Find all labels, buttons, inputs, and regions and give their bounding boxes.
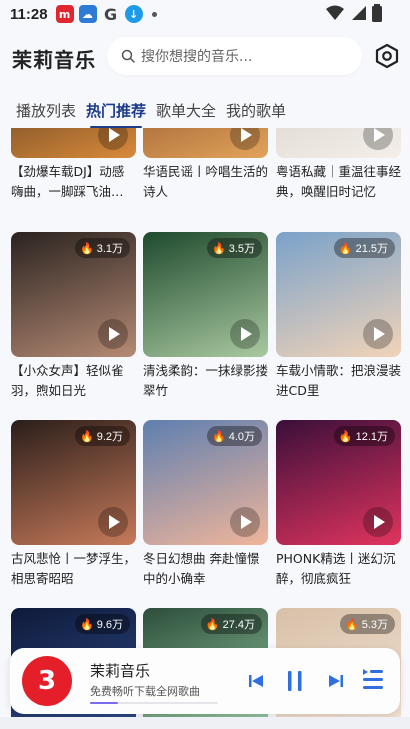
playlist-cover: 🔥 9.2万	[11, 420, 136, 545]
play-count-badge: 🔥 9.6万	[75, 614, 130, 634]
fire-icon: 🔥	[205, 619, 220, 631]
playlist-card[interactable]: 🔥 3.1万 【小众女声】轻似雀羽，煦如日光	[11, 232, 136, 401]
playlist-title: PHONK精选丨迷幻沉醉，彻底疯狂	[276, 551, 396, 586]
dot-icon	[151, 11, 157, 17]
play-count: 9.2万	[96, 431, 123, 443]
play-count-badge: 🔥 5.3万	[340, 614, 395, 634]
cloud-icon: ☁	[78, 5, 97, 23]
playlist-title: 冬日幻想曲 奔赴憧憬中的小确幸	[143, 551, 260, 586]
tab-hot-recommend[interactable]: 热门推荐	[86, 100, 146, 128]
tab-bar: 播放列表 热门推荐 歌单大全 我的歌单	[16, 100, 286, 128]
progress-fill	[90, 702, 119, 704]
playlist-grid: 【劲爆车载DJ】动感嗨曲，一脚踩飞油… 华语民谣丨吟唱生活的诗人 粤语私藏｜重温…	[0, 128, 410, 728]
play-count: 12.1万	[355, 431, 388, 443]
status-bar: 11:28 m ☁ G ↓	[0, 0, 410, 28]
fire-icon: 🔥	[212, 243, 226, 255]
tab-my-playlists[interactable]: 我的歌单	[226, 100, 286, 126]
wifi-icon	[326, 5, 344, 20]
playlist-title: 清浅柔韵：一抹绿影搂翠竹	[143, 363, 268, 398]
player-title: 茉莉音乐	[90, 662, 151, 680]
playlist-cover	[11, 128, 136, 158]
playlist-cover: 🔥 4.0万	[143, 420, 268, 545]
play-count: 21.5万	[355, 243, 388, 255]
playlist-cover: 🔥 12.1万	[276, 420, 401, 545]
playlist-title: 车载小情歌：把浪漫装进CD里	[276, 363, 401, 398]
signal-icon	[352, 6, 366, 20]
playlist-cover	[276, 128, 401, 158]
fire-icon: 🔥	[338, 431, 353, 443]
fire-icon: 🔥	[212, 431, 226, 443]
app-logo: 3	[22, 656, 72, 706]
play-count-badge: 🔥 9.2万	[75, 426, 130, 446]
playlist-cover	[143, 128, 268, 158]
previous-icon[interactable]	[248, 673, 264, 689]
playlist-title: 【劲爆车载DJ】动感嗨曲，一脚踩飞油…	[11, 164, 125, 199]
playlist-queue-icon[interactable]	[362, 668, 384, 694]
google-g-icon: G	[103, 4, 118, 24]
play-count: 27.4万	[222, 619, 255, 631]
fire-icon: 🔥	[80, 619, 94, 631]
playlist-card[interactable]: 华语民谣丨吟唱生活的诗人	[143, 128, 268, 202]
status-time: 11:28	[10, 5, 48, 23]
playlist-title: 【小众女声】轻似雀羽，煦如日光	[11, 363, 124, 398]
tab-playlist[interactable]: 播放列表	[16, 100, 76, 126]
fire-icon: 🔥	[345, 619, 359, 631]
play-icon[interactable]	[98, 507, 128, 537]
play-count: 3.1万	[96, 243, 123, 255]
playlist-card[interactable]: 【劲爆车载DJ】动感嗨曲，一脚踩飞油…	[11, 128, 136, 202]
play-icon[interactable]	[363, 128, 393, 150]
play-count-badge: 🔥 4.0万	[207, 426, 262, 446]
play-count-badge: 🔥 21.5万	[333, 238, 395, 258]
fire-icon: 🔥	[80, 243, 94, 255]
playlist-card[interactable]: 🔥 12.1万 PHONK精选丨迷幻沉醉，彻底疯狂	[276, 420, 401, 589]
playlist-card[interactable]: 粤语私藏｜重温往事经典，唤醒旧时记忆	[276, 128, 401, 202]
play-icon[interactable]	[230, 507, 260, 537]
progress-bar[interactable]	[90, 702, 218, 704]
play-count: 9.6万	[96, 619, 123, 631]
playlist-cover: 🔥 21.5万	[276, 232, 401, 357]
play-icon[interactable]	[98, 319, 128, 349]
play-icon[interactable]	[98, 128, 128, 150]
search-icon	[121, 49, 135, 63]
playlist-card[interactable]: 🔥 21.5万 车载小情歌：把浪漫装进CD里	[276, 232, 401, 401]
pause-icon[interactable]	[286, 670, 304, 692]
play-count-badge: 🔥 3.5万	[207, 238, 262, 258]
search-input[interactable]: 搜你想搜的音乐...	[107, 37, 362, 75]
playlist-title: 华语民谣丨吟唱生活的诗人	[143, 164, 268, 199]
download-icon: ↓	[124, 5, 143, 23]
playlist-cover: 🔥 3.1万	[11, 232, 136, 357]
tab-playlist-collection[interactable]: 歌单大全	[156, 100, 216, 126]
play-count: 5.3万	[361, 619, 388, 631]
play-count: 3.5万	[228, 243, 255, 255]
mini-player[interactable]: 3 茉莉音乐 免费畅听下载全网歌曲	[10, 648, 400, 714]
playlist-title: 古风悲怆丨一梦浮生，相思寄昭昭	[11, 551, 136, 586]
playlist-cover: 🔥 3.5万	[143, 232, 268, 357]
play-icon[interactable]	[230, 128, 260, 150]
play-icon[interactable]	[230, 319, 260, 349]
play-icon[interactable]	[363, 507, 393, 537]
play-icon[interactable]	[363, 319, 393, 349]
app-title: 茉莉音乐	[12, 48, 96, 72]
play-count-badge: 🔥 27.4万	[200, 614, 262, 634]
play-count: 4.0万	[228, 431, 255, 443]
play-count-badge: 🔥 3.1万	[75, 238, 130, 258]
battery-icon	[372, 4, 382, 22]
play-count-badge: 🔥 12.1万	[333, 426, 395, 446]
nav-bar-strip	[0, 717, 410, 729]
playlist-title: 粤语私藏｜重温往事经典，唤醒旧时记忆	[276, 164, 401, 199]
fire-icon: 🔥	[80, 431, 94, 443]
next-icon[interactable]	[328, 673, 344, 689]
fire-icon: 🔥	[338, 243, 353, 255]
playlist-card[interactable]: 🔥 4.0万 冬日幻想曲 奔赴憧憬中的小确幸	[143, 420, 268, 589]
app-m-icon: m	[55, 5, 74, 23]
player-subtitle: 免费畅听下载全网歌曲	[90, 685, 200, 698]
header: 茉莉音乐 搜你想搜的音乐...	[0, 36, 410, 78]
settings-hex-icon[interactable]	[374, 43, 400, 69]
playlist-card[interactable]: 🔥 9.2万 古风悲怆丨一梦浮生，相思寄昭昭	[11, 420, 136, 589]
search-placeholder: 搜你想搜的音乐...	[141, 49, 253, 65]
playlist-card[interactable]: 🔥 3.5万 清浅柔韵：一抹绿影搂翠竹	[143, 232, 268, 401]
